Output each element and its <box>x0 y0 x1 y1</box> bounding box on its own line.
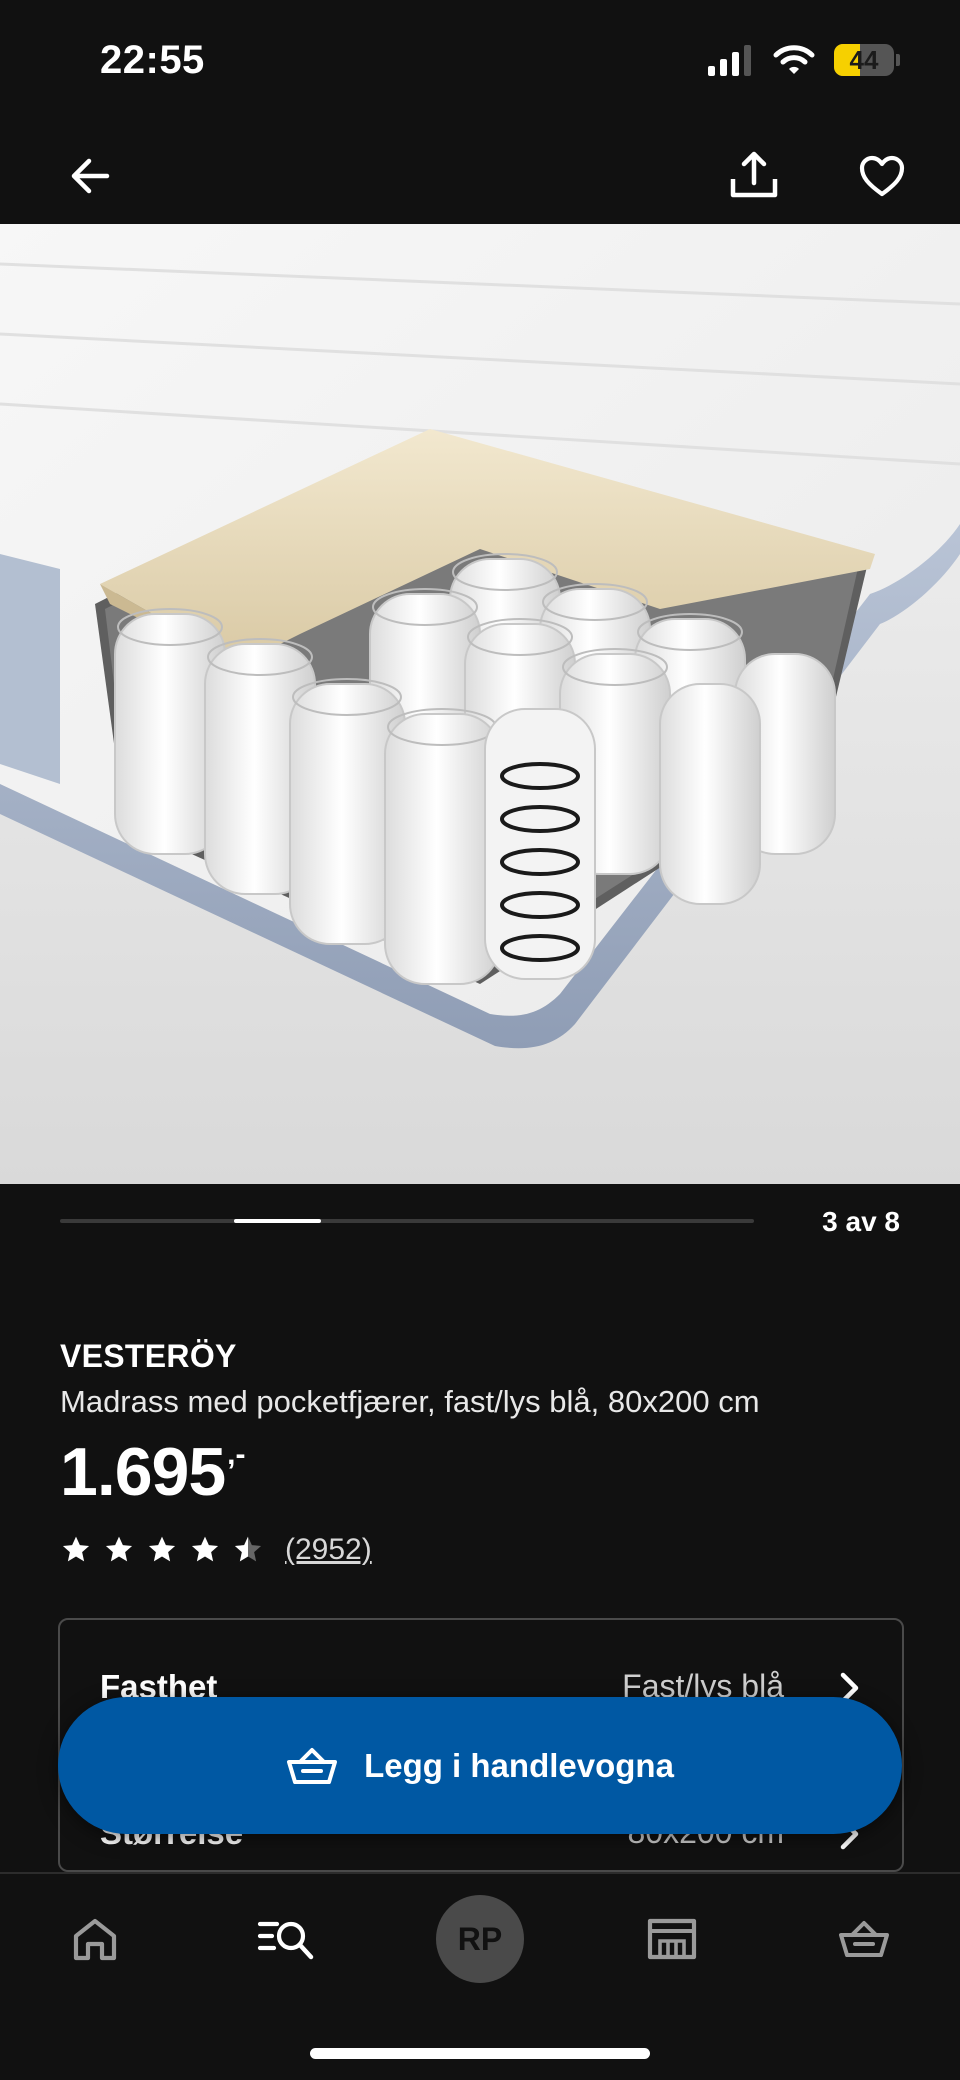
add-to-cart-button[interactable]: Legg i handlevogna <box>58 1697 902 1834</box>
arrow-left-icon <box>71 158 110 194</box>
search-list-icon <box>257 1921 314 1960</box>
status-icons: 44 <box>706 44 900 76</box>
home-indicator <box>310 2048 650 2059</box>
price-suffix: ,- <box>227 1438 246 1471</box>
cellular-signal-icon <box>708 45 751 76</box>
top-bar <box>0 130 960 224</box>
status-time: 22:55 <box>100 38 205 82</box>
star-full-icon <box>191 1536 219 1562</box>
shopping-basket-icon <box>839 1921 889 1957</box>
store-icon <box>647 1918 697 1960</box>
rating[interactable]: (2952) <box>60 1530 372 1570</box>
review-count-link[interactable]: (2952) <box>285 1533 372 1567</box>
product-price: 1.695 ,- <box>60 1432 246 1512</box>
mattress-illustration <box>0 224 960 1184</box>
share-icon <box>730 151 778 198</box>
home-icon <box>73 1918 117 1961</box>
favorite-button[interactable] <box>850 144 914 208</box>
bottom-navigation: RP <box>0 1872 960 2080</box>
battery-icon: 44 <box>834 44 900 76</box>
carousel-track <box>60 1219 754 1223</box>
status-bar: 22:55 44 <box>0 0 960 130</box>
nav-profile[interactable]: RP <box>420 1894 540 1984</box>
star-half-icon <box>234 1536 262 1562</box>
share-button[interactable] <box>722 144 786 208</box>
shopping-basket-icon <box>287 1747 338 1784</box>
battery-level: 44 <box>849 45 879 75</box>
star-full-icon <box>105 1536 133 1562</box>
heart-icon <box>859 155 905 197</box>
wifi-icon <box>773 45 815 74</box>
carousel-thumb <box>234 1219 321 1223</box>
avatar: RP <box>436 1895 524 1983</box>
star-full-icon <box>62 1536 90 1562</box>
back-button[interactable] <box>60 146 120 206</box>
nav-cart[interactable] <box>804 1894 924 1984</box>
product-description: Madrass med pocketfjærer, fast/lys blå, … <box>60 1384 760 1419</box>
product-image[interactable] <box>0 224 960 1184</box>
product-name: VESTERÖY <box>60 1338 237 1374</box>
nav-home[interactable] <box>35 1894 155 1984</box>
image-carousel-indicator: 3 av 8 <box>60 1206 900 1246</box>
carousel-counter: 3 av 8 <box>822 1206 900 1237</box>
nav-search[interactable] <box>227 1894 347 1984</box>
price-value: 1.695 <box>60 1434 226 1510</box>
nav-store[interactable] <box>612 1894 732 1984</box>
star-full-icon <box>148 1536 176 1562</box>
add-to-cart-label: Legg i handlevogna <box>364 1746 674 1784</box>
